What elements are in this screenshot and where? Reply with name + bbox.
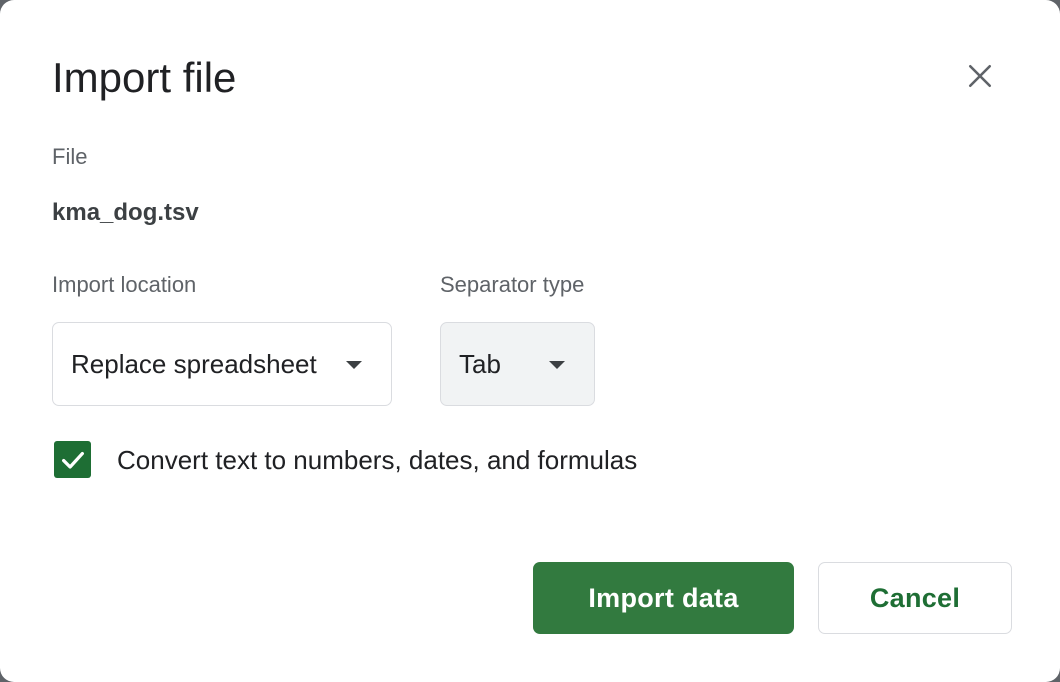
file-name: kma_dog.tsv bbox=[52, 199, 199, 226]
separator-type-label: Separator type bbox=[440, 272, 585, 297]
convert-text-label[interactable]: Convert text to numbers, dates, and form… bbox=[117, 444, 637, 476]
close-icon bbox=[968, 64, 992, 88]
import-location-dropdown[interactable]: Replace spreadsheet bbox=[52, 322, 392, 406]
dialog-title: Import file bbox=[52, 54, 237, 101]
import-location-label: Import location bbox=[52, 272, 197, 297]
import-file-dialog: Import file File kma_dog.tsv Import loca… bbox=[0, 0, 1060, 682]
import-location-value: Replace spreadsheet bbox=[71, 349, 317, 379]
import-data-button[interactable]: Import data bbox=[533, 562, 794, 634]
separator-type-dropdown[interactable]: Tab bbox=[440, 322, 595, 406]
convert-text-checkbox[interactable] bbox=[54, 441, 91, 478]
file-label: File bbox=[52, 144, 88, 169]
close-button[interactable] bbox=[958, 54, 1002, 98]
separator-type-value: Tab bbox=[459, 349, 501, 379]
dropdown-arrow-icon bbox=[549, 361, 565, 369]
checkmark-icon bbox=[61, 451, 84, 469]
cancel-button[interactable]: Cancel bbox=[818, 562, 1012, 634]
dropdown-arrow-icon bbox=[346, 361, 362, 369]
